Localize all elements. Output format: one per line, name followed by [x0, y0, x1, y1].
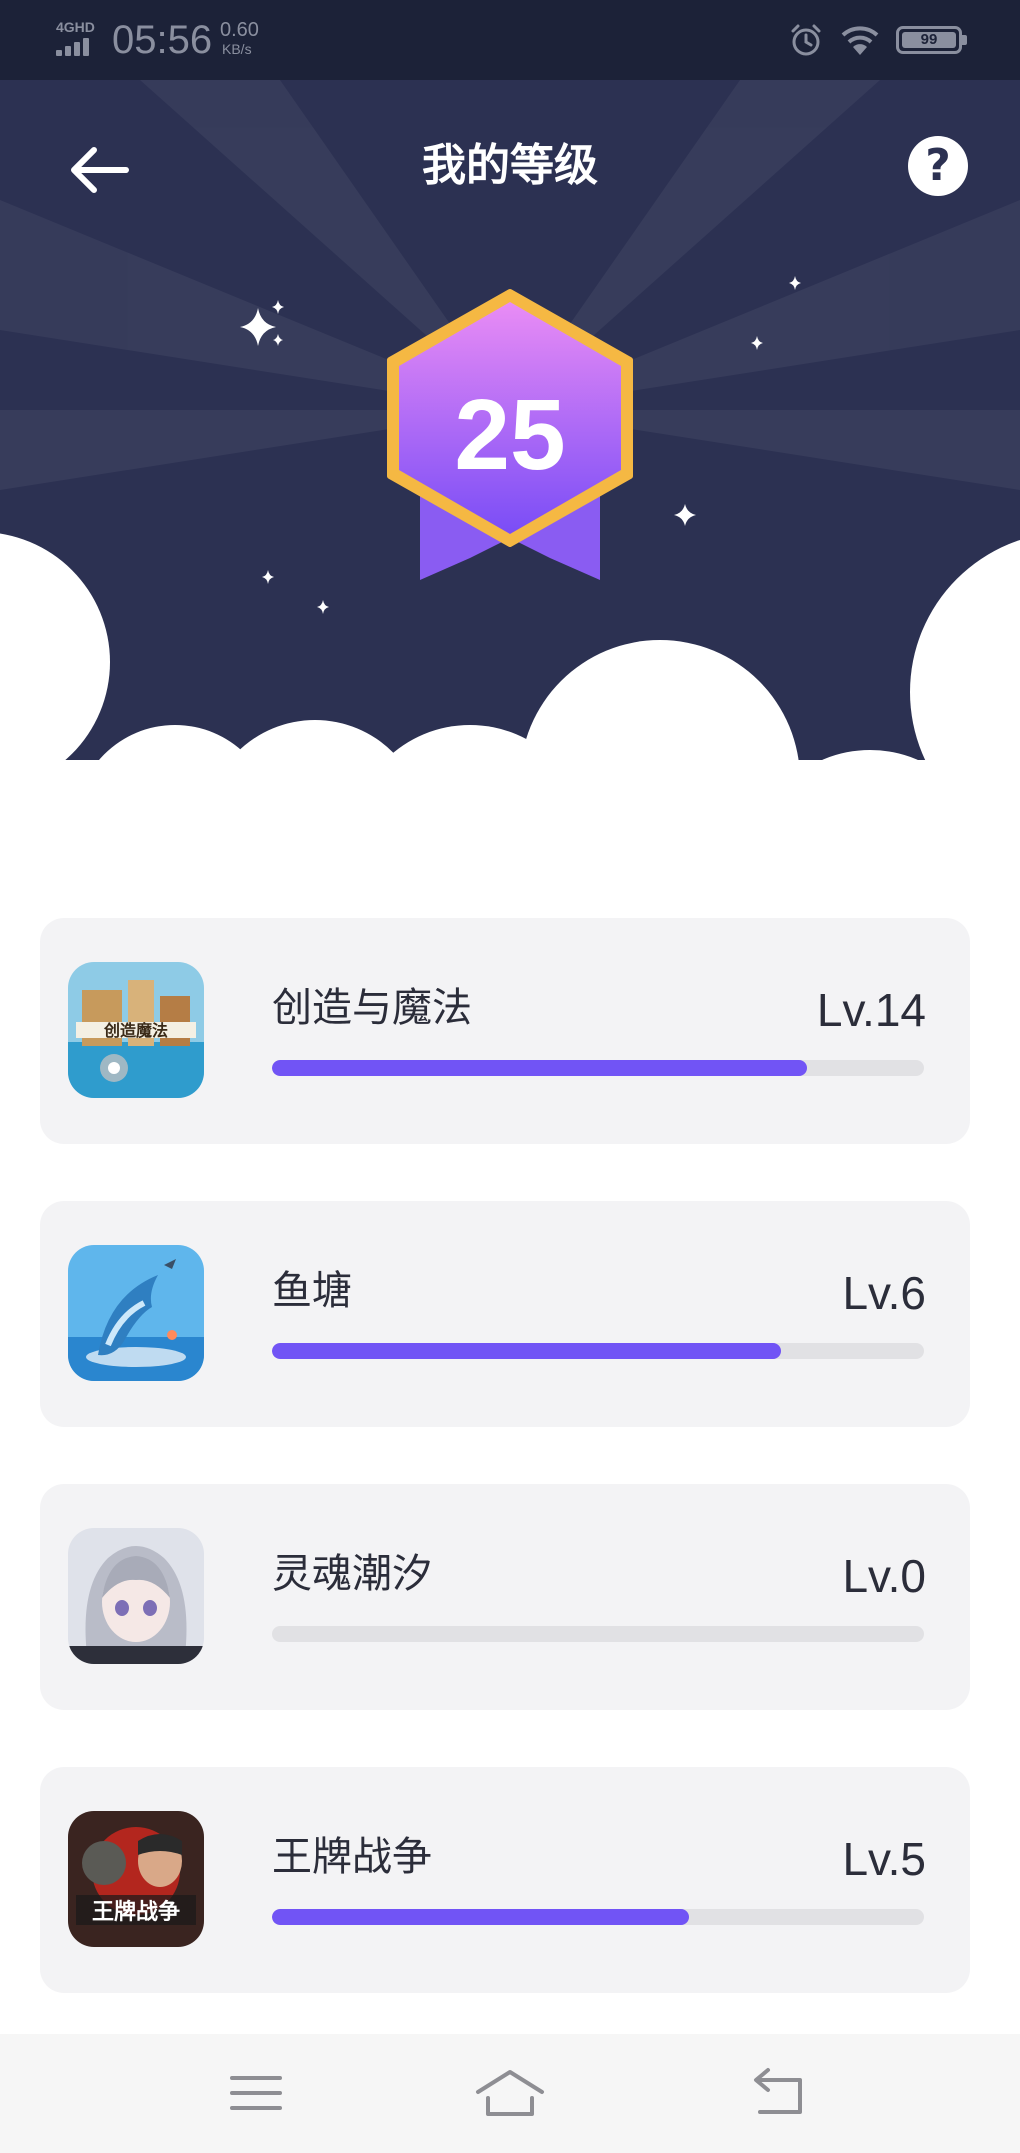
network-speed: 0.60	[220, 19, 259, 41]
svg-text:王牌战争: 王牌战争	[92, 1899, 180, 1925]
game-level: Lv.5	[842, 1833, 926, 1885]
game-card[interactable]: 鱼塘 Lv.6	[40, 1201, 970, 1427]
game-level-list: 创造魔法 创造与魔法 Lv.14 鱼塘 Lv.6 灵魂潮汐 Lv.0 王牌战争 …	[40, 918, 970, 2050]
game-level: Lv.0	[842, 1550, 926, 1602]
network-speed-unit: KB/s	[222, 41, 252, 57]
network-type: 4GHD	[56, 19, 95, 35]
system-nav-bar	[0, 2034, 1020, 2153]
help-button[interactable]: ?	[908, 136, 968, 196]
menu-icon[interactable]	[216, 2058, 296, 2128]
level-progress-bar	[272, 1626, 924, 1642]
arrow-left-icon	[71, 147, 129, 193]
level-header: 我的等级 ? 25	[0, 80, 1020, 840]
home-icon[interactable]	[470, 2058, 550, 2128]
game-name: 鱼塘	[272, 1268, 352, 1314]
question-icon: ?	[925, 140, 951, 191]
game-icon-wangpai: 王牌战争	[68, 1811, 204, 1947]
battery-icon: 99	[896, 26, 967, 54]
wifi-icon	[841, 26, 879, 55]
back-button[interactable]	[60, 132, 136, 208]
alarm-icon	[791, 24, 821, 56]
game-card[interactable]: 灵魂潮汐 Lv.0	[40, 1484, 970, 1710]
page-title: 我的等级	[422, 140, 598, 191]
svg-text:创造魔法: 创造魔法	[103, 1021, 168, 1040]
game-name: 灵魂潮汐	[272, 1551, 432, 1597]
level-progress-bar	[272, 1060, 924, 1076]
level-progress-bar	[272, 1909, 924, 1925]
game-card[interactable]: 创造魔法 创造与魔法 Lv.14	[40, 918, 970, 1144]
level-progress-fill	[272, 1060, 807, 1076]
game-name: 王牌战争	[272, 1834, 432, 1880]
level-progress-fill	[272, 1909, 690, 1925]
status-time: 05:56	[112, 18, 213, 62]
user-level: 25	[454, 379, 566, 491]
game-icon-yutang	[68, 1245, 204, 1381]
game-level: Lv.14	[816, 984, 926, 1036]
game-name: 创造与魔法	[272, 985, 472, 1031]
battery-level: 99	[902, 32, 956, 48]
game-icon-linghun	[68, 1528, 204, 1664]
game-icon-chuangzao: 创造魔法	[68, 962, 204, 1098]
game-level: Lv.6	[842, 1267, 926, 1319]
game-card[interactable]: 王牌战争 王牌战争 Lv.5	[40, 1767, 970, 1993]
level-progress-bar	[272, 1343, 924, 1359]
signal-icon	[56, 36, 96, 56]
back-icon[interactable]	[738, 2058, 818, 2128]
level-progress-fill	[272, 1343, 781, 1359]
status-bar: 4GHD 05:56 0.60 KB/s 99	[0, 0, 1020, 80]
